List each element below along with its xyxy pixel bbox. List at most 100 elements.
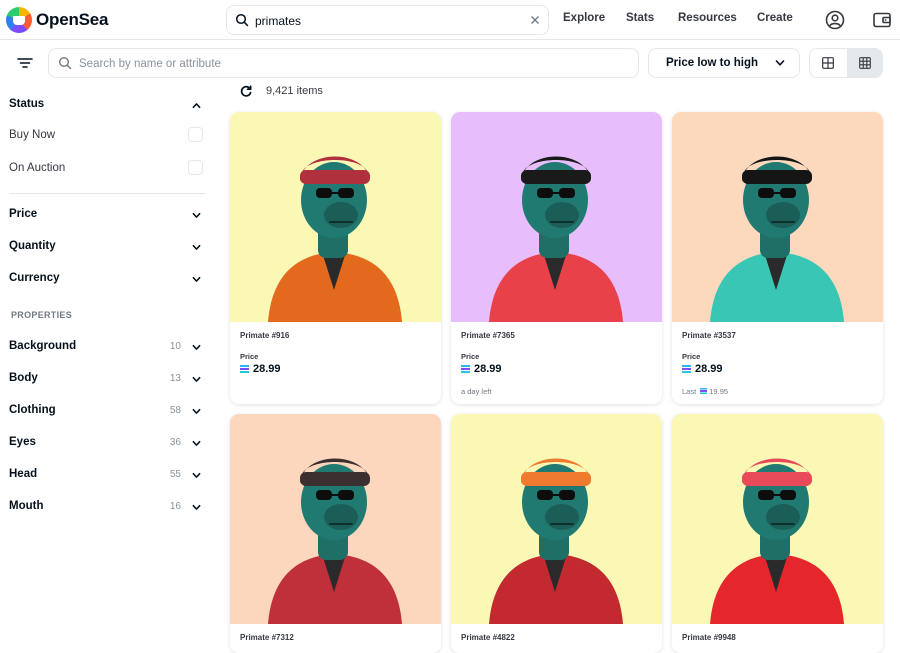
large-grid-button[interactable] [810,49,847,77]
solana-icon [682,365,691,373]
property-count: 16 [169,501,181,512]
status-option-label: On Auction [9,162,66,174]
search-icon [58,56,72,70]
wallet-icon[interactable] [871,9,893,31]
property-label: Background [9,340,77,352]
property-count: 58 [169,405,181,416]
account-icon[interactable] [824,9,846,31]
sort-dropdown-label: Price low to high [666,57,759,69]
nft-price: 28.99 [682,363,723,375]
nav-create[interactable]: Create [757,12,793,24]
nft-card[interactable]: Primate #7312 [230,414,441,653]
grid-view-toggle [809,48,883,78]
nft-name[interactable]: Primate #916 [240,331,289,340]
global-search-input[interactable] [255,11,525,31]
nft-image[interactable] [230,414,441,624]
filter-price[interactable]: Price [9,205,205,225]
nft-image[interactable] [451,112,662,322]
nft-card[interactable]: Primate #916 Price 28.99 [230,112,441,404]
collection-search-input[interactable] [79,55,619,73]
nft-meta: a day left [461,387,492,396]
nft-artwork [672,112,883,322]
nav-stats[interactable]: Stats [626,12,654,24]
property-eyes[interactable]: Eyes 36 [9,433,205,453]
nav-explore[interactable]: Explore [563,12,605,24]
solana-icon [700,388,708,394]
property-label: Head [9,468,38,480]
nft-card[interactable]: Primate #3537 Price 28.99 Last 19.95 [672,112,883,404]
status-option-label: Buy Now [9,129,56,141]
chevron-down-icon [192,276,201,282]
nft-price: 28.99 [461,363,502,375]
on-auction-checkbox[interactable] [188,160,203,175]
search-icon [235,13,249,27]
chevron-down-icon [192,344,201,350]
chevron-down-icon [192,212,201,218]
nft-name[interactable]: Primate #3537 [682,331,736,340]
property-body[interactable]: Body 13 [9,369,205,389]
collection-search-box[interactable] [48,48,639,78]
property-clothing[interactable]: Clothing 58 [9,401,205,421]
status-section-header[interactable]: Status [9,95,205,115]
nft-artwork [230,112,441,322]
price-label: Price [461,352,480,361]
solana-icon [240,365,249,373]
property-mouth[interactable]: Mouth 16 [9,497,205,517]
price-label: Price [682,352,701,361]
nft-name[interactable]: Primate #4822 [461,633,515,642]
nft-card[interactable]: Primate #9948 [672,414,883,653]
nft-image[interactable] [672,112,883,322]
nft-image[interactable] [230,112,441,322]
filter-label: Quantity [9,240,56,252]
nft-name[interactable]: Primate #7312 [240,633,294,642]
nft-artwork [230,414,441,624]
brand-name[interactable]: OpenSea [36,10,108,30]
property-count: 10 [169,341,181,352]
chevron-down-icon [192,472,201,478]
nft-image[interactable] [451,414,662,624]
nft-name[interactable]: Primate #7365 [461,331,515,340]
nft-card[interactable]: Primate #7365 Price 28.99 a day left [451,112,662,404]
price-label: Price [240,352,259,361]
clear-search-icon[interactable] [527,12,543,28]
property-label: Eyes [9,436,36,448]
status-title: Status [9,98,45,110]
property-count: 55 [169,469,181,480]
item-count: 9,421 items [266,85,323,97]
chevron-down-icon [192,244,201,250]
nft-name[interactable]: Primate #9948 [682,633,736,642]
nav-resources[interactable]: Resources [678,12,737,24]
small-grid-button[interactable] [847,49,882,77]
property-label: Body [9,372,38,384]
opensea-logo-icon[interactable] [6,7,32,33]
global-search-box[interactable] [226,5,549,35]
nft-price: 28.99 [240,363,281,375]
nft-meta: Last 19.95 [682,387,729,396]
property-head[interactable]: Head 55 [9,465,205,485]
chevron-down-icon [775,60,785,66]
filter-currency[interactable]: Currency [9,269,205,289]
status-option-buy-now[interactable]: Buy Now [9,126,205,146]
nft-image[interactable] [672,414,883,624]
refresh-icon[interactable] [239,84,253,98]
solana-icon [461,365,470,373]
chevron-down-icon [192,440,201,446]
nft-artwork [451,112,662,322]
properties-header: PROPERTIES [11,310,73,320]
status-option-on-auction[interactable]: On Auction [9,159,205,179]
filter-quantity[interactable]: Quantity [9,237,205,257]
sort-dropdown[interactable]: Price low to high [648,48,800,78]
filter-toggle-icon[interactable] [15,55,35,71]
nft-card[interactable]: Primate #4822 [451,414,662,653]
filter-sidebar: Status Buy Now On Auction Price Quantity… [0,85,215,653]
nft-artwork [672,414,883,624]
top-navigation-bar: OpenSea Explore Stats Resources Create [0,0,900,40]
property-label: Mouth [9,500,44,512]
small-grid-icon [859,57,871,69]
property-background[interactable]: Background 10 [9,337,205,357]
large-grid-icon [822,57,834,69]
buy-now-checkbox[interactable] [188,127,203,142]
property-label: Clothing [9,404,56,416]
chevron-down-icon [192,376,201,382]
nft-artwork [451,414,662,624]
